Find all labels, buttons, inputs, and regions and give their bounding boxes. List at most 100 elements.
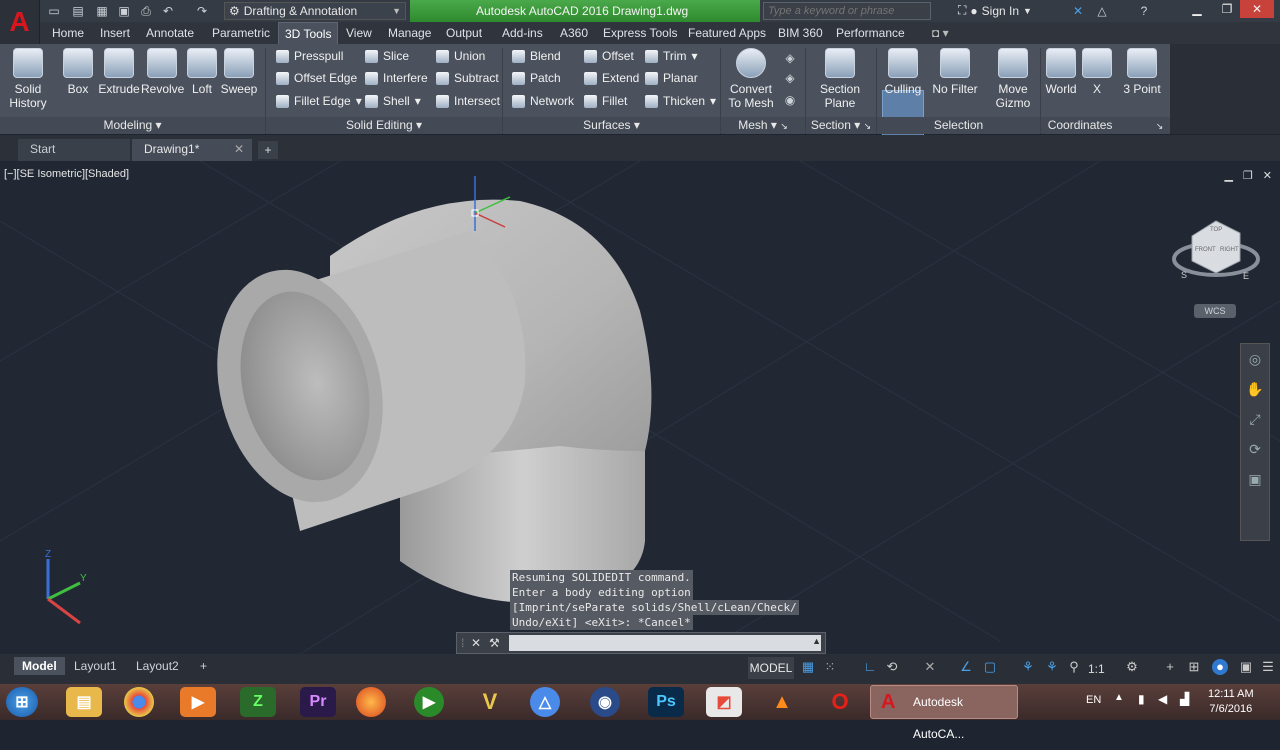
workspace-dropdown[interactable]: ⚙ Drafting & Annotation ▼: [224, 2, 406, 20]
tab-add-ins[interactable]: Add-ins: [496, 22, 549, 44]
redo-icon[interactable]: ↷: [194, 3, 210, 19]
extend-button[interactable]: Extend: [584, 68, 639, 88]
new-file-icon[interactable]: ▭: [46, 3, 62, 19]
undo-icon[interactable]: ↶: [160, 3, 176, 19]
units-icon[interactable]: ⊞: [1186, 659, 1202, 675]
blend-button[interactable]: Blend: [512, 46, 561, 66]
thicken-button[interactable]: Thicken ▾: [645, 91, 716, 111]
intersect-button[interactable]: Intersect: [436, 91, 500, 111]
interfere-button[interactable]: Interfere: [365, 68, 428, 88]
viewport-close-icon[interactable]: ✕: [1263, 169, 1272, 182]
premiere-icon[interactable]: Pr: [300, 687, 336, 717]
mesh-panel-title[interactable]: Mesh ▾ ↘: [721, 117, 805, 134]
sweep-button[interactable]: Sweep: [220, 48, 258, 96]
mesh-smooth-more-icon[interactable]: ◈: [782, 50, 798, 66]
wcs-menu[interactable]: WCS: [1194, 304, 1236, 318]
zoom-extents-icon[interactable]: ⤢: [1241, 404, 1269, 434]
patch-button[interactable]: Patch: [512, 68, 561, 88]
box-button[interactable]: Box: [60, 48, 96, 96]
a360-icon[interactable]: △: [1094, 3, 1110, 19]
selection-panel-title[interactable]: Selection: [877, 117, 1040, 134]
tab-manage[interactable]: Manage: [382, 22, 437, 44]
add-layout-button[interactable]: +: [192, 657, 215, 675]
section-panel-title[interactable]: Section ▾ ↘: [806, 117, 876, 134]
world-ucs-button[interactable]: World: [1044, 48, 1078, 96]
firefox-icon[interactable]: [356, 687, 386, 717]
tab-performance[interactable]: Performance: [830, 22, 911, 44]
move-gizmo-dropdown[interactable]: Move Gizmo: [990, 48, 1036, 110]
planar-button[interactable]: Planar: [645, 68, 698, 88]
isodraft-icon[interactable]: ✕: [922, 659, 938, 675]
tab-featured-apps[interactable]: Featured Apps: [682, 22, 772, 44]
slice-button[interactable]: Slice: [365, 46, 409, 66]
tab-home[interactable]: Home: [46, 22, 90, 44]
start-button-icon[interactable]: ⊞: [6, 687, 38, 717]
x-ucs-button[interactable]: X: [1082, 48, 1112, 96]
subtract-button[interactable]: Subtract: [436, 68, 499, 88]
ribbon-options-icon[interactable]: ◘ ▾: [926, 22, 955, 44]
surfaces-panel-title[interactable]: Surfaces ▾: [503, 117, 720, 134]
print-icon[interactable]: ⎙: [138, 3, 154, 19]
opera-icon[interactable]: O: [822, 687, 858, 717]
snap-icon[interactable]: ⁙: [822, 659, 838, 675]
shell-button[interactable]: Shell ▾: [365, 91, 421, 111]
battery-icon[interactable]: ▮: [1138, 692, 1145, 706]
showmotion-icon[interactable]: ▣: [1241, 464, 1269, 494]
annotation-visibility-icon[interactable]: ⚘: [1020, 659, 1036, 675]
model-space-toggle[interactable]: MODEL: [748, 657, 794, 679]
no-filter-dropdown[interactable]: No Filter: [930, 48, 980, 96]
command-input[interactable]: [509, 635, 821, 651]
trim-button[interactable]: Trim ▾: [645, 46, 698, 66]
camtasia-icon[interactable]: Z: [240, 687, 276, 717]
tab-output[interactable]: Output: [440, 22, 488, 44]
three-point-ucs-button[interactable]: 3 Point: [1120, 48, 1164, 96]
tab-drawing1[interactable]: Drawing1* ✕: [132, 139, 252, 161]
media-player-icon[interactable]: ▶: [180, 687, 216, 717]
new-tab-button[interactable]: +: [258, 141, 278, 159]
vectorworks-icon[interactable]: V: [472, 687, 508, 717]
sign-in-button[interactable]: ⛶ ● Sign In ▼: [958, 3, 1032, 18]
tab-express-tools[interactable]: Express Tools: [597, 22, 683, 44]
steering-wheel-icon[interactable]: ◎: [1241, 344, 1269, 374]
file-explorer-icon[interactable]: ▤: [66, 687, 102, 717]
open-folder-icon[interactable]: ▤: [70, 3, 86, 19]
viewport-minimize-icon[interactable]: ▁: [1224, 169, 1232, 182]
application-menu-button[interactable]: A: [0, 0, 40, 44]
input-language-indicator[interactable]: EN: [1086, 694, 1101, 706]
polar-icon[interactable]: ⟲: [884, 659, 900, 675]
tab-parametric[interactable]: Parametric: [206, 22, 276, 44]
save-as-icon[interactable]: ▣: [116, 3, 132, 19]
tab-3d-tools[interactable]: 3D Tools: [278, 22, 339, 44]
save-icon[interactable]: ▦: [94, 3, 110, 19]
tab-view[interactable]: View: [340, 22, 378, 44]
tab-insert[interactable]: Insert: [94, 22, 136, 44]
isolate-objects-icon[interactable]: ●: [1212, 659, 1228, 675]
exchange-apps-icon[interactable]: ✕: [1070, 3, 1086, 19]
tab-layout2[interactable]: Layout2: [128, 657, 187, 675]
hardware-acceleration-icon[interactable]: ▣: [1238, 659, 1254, 675]
fillet-button[interactable]: Fillet: [584, 91, 627, 111]
loft-button[interactable]: Loft: [187, 48, 217, 96]
offset-button[interactable]: Offset: [584, 46, 634, 66]
union-button[interactable]: Union: [436, 46, 485, 66]
photoshop-icon[interactable]: Ps: [648, 687, 684, 717]
section-plane-button[interactable]: Section Plane: [814, 48, 866, 110]
tab-start[interactable]: Start: [18, 139, 130, 161]
restore-button[interactable]: ❐: [1210, 0, 1244, 18]
grip-icon[interactable]: ⁞: [461, 636, 464, 650]
extrude-button[interactable]: Extrude: [98, 48, 140, 96]
help-icon[interactable]: ?: [1136, 3, 1152, 19]
vlc-icon[interactable]: ▲: [764, 687, 800, 717]
office-icon[interactable]: ◩: [706, 687, 742, 717]
object-snap-tracking-icon[interactable]: ∠: [958, 659, 974, 675]
tab-model-layout[interactable]: Model: [14, 657, 65, 675]
chevron-up-icon[interactable]: ▲: [812, 636, 821, 646]
coordinates-panel-title[interactable]: Coordinates ↘: [1041, 117, 1170, 134]
close-icon[interactable]: ✕: [471, 636, 481, 650]
system-clock[interactable]: 12:11 AM 7/6/2016: [1208, 687, 1254, 717]
ortho-icon[interactable]: ∟: [862, 659, 878, 675]
fillet-edge-button[interactable]: Fillet Edge ▾: [276, 91, 362, 111]
tab-bim-360[interactable]: BIM 360: [772, 22, 829, 44]
annotation-scale-icon[interactable]: ⚲: [1066, 659, 1082, 675]
culling-button[interactable]: Culling: [882, 48, 924, 96]
